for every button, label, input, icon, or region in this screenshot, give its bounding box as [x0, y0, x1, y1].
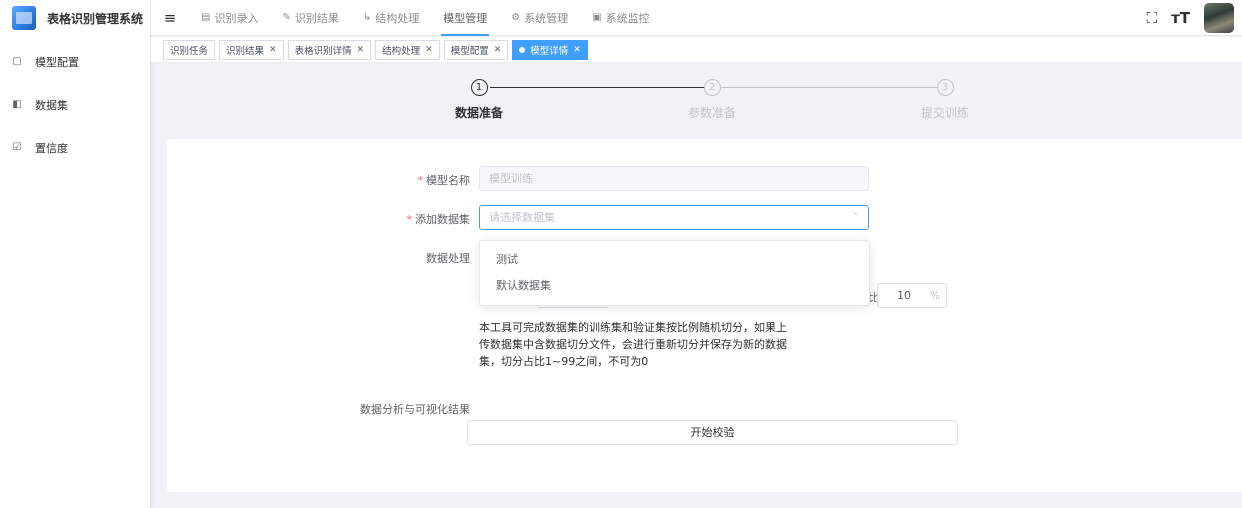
chevron-up-icon: ⌃: [851, 212, 859, 222]
model-name-input[interactable]: 模型训练: [479, 166, 869, 191]
label-text: 数据处理: [426, 252, 470, 265]
step-number: 2: [703, 79, 721, 96]
form-card: * 模型名称 模型训练 * 添加数据集 请选择数据集 ⌃ 数据处理 比 10 % 测…: [167, 139, 1242, 492]
close-icon[interactable]: ✕: [269, 45, 277, 55]
steps: 1 数据准备 2 参数准备 3 提交训练: [151, 63, 1242, 138]
step-title: 参数准备: [687, 106, 736, 120]
step-number: 3: [936, 79, 954, 96]
monitor-icon: ▢: [12, 56, 22, 67]
dataset-label: * 添加数据集: [367, 211, 471, 227]
edit-icon: ✎: [282, 12, 291, 23]
step-number: 1: [470, 79, 488, 96]
step-title: 数据准备: [454, 106, 503, 120]
avatar[interactable]: [1204, 3, 1234, 33]
tree-icon: ↳: [362, 12, 372, 23]
model-name-label: * 模型名称: [367, 172, 471, 188]
tag-recognition-task[interactable]: 识别任务: [163, 39, 216, 60]
nav-item-label: 系统监控: [605, 11, 650, 25]
tags-bar: 识别任务 识别结果 ✕ 表格识别详情 ✕ 结构处理 ✕ 模型配置 ✕ 模型详情 …: [151, 37, 1242, 63]
tag-recognition-result[interactable]: 识别结果 ✕: [219, 39, 284, 60]
label-text: 添加数据集: [415, 213, 470, 226]
tag-label: 表格识别详情: [294, 45, 352, 57]
percent-unit: %: [930, 289, 940, 302]
tag-label: 模型配置: [450, 45, 489, 57]
close-icon[interactable]: ✕: [494, 45, 502, 55]
input-value: 10: [897, 289, 911, 302]
sidebar-item-label: 数据集: [35, 98, 68, 112]
dropdown-option[interactable]: 默认数据集: [480, 273, 869, 299]
nav-item-system-management[interactable]: ⚙ 系统管理: [499, 0, 580, 36]
split-description: 本工具可完成数据集的训练集和验证集按比例随机切分，如果上传数据集中含数据切分文件…: [479, 321, 787, 368]
input-value: 模型训练: [489, 172, 533, 185]
sidebar-item-confidence[interactable]: ☑ 置信度: [0, 126, 150, 169]
close-icon[interactable]: ✕: [425, 45, 433, 55]
required-mark: *: [406, 213, 413, 226]
label-text: 数据分析与可视化结果: [360, 403, 470, 416]
tag-table-detail[interactable]: 表格识别详情 ✕: [287, 39, 372, 60]
sidebar-item-model-config[interactable]: ▢ 模型配置: [0, 40, 150, 83]
nav-item-label: 识别录入: [214, 11, 259, 25]
step-parameter-preparation: 2 参数准备: [652, 79, 772, 121]
sidebar-item-dataset[interactable]: ◧ 数据集: [0, 83, 150, 126]
sidebar: 表格识别管理系统 ▢ 模型配置 ◧ 数据集 ☑ 置信度: [0, 0, 151, 508]
tag-model-config[interactable]: 模型配置 ✕: [443, 39, 509, 60]
checkbox-icon: ☑: [12, 142, 22, 153]
nav-item-label: 模型管理: [443, 11, 488, 25]
app-root: 表格识别管理系统 ▢ 模型配置 ◧ 数据集 ☑ 置信度 ≡ ▤ 识别录入 ✎ 识…: [0, 0, 1242, 508]
sidebar-item-label: 模型配置: [35, 55, 79, 69]
analysis-label: 数据分析与可视化结果: [317, 401, 470, 417]
processing-label: 数据处理: [367, 250, 470, 266]
step-submit-training: 3 提交训练: [885, 79, 1005, 121]
font-size-icon[interactable]: тT: [1171, 9, 1190, 27]
tag-label: 模型详情: [530, 45, 569, 57]
gear-icon: ⚙: [511, 12, 521, 23]
brand[interactable]: 表格识别管理系统: [0, 0, 150, 36]
close-icon[interactable]: ✕: [357, 45, 365, 55]
nav-item-label: 结构处理: [375, 11, 420, 25]
label-text: 模型名称: [426, 174, 470, 187]
required-mark: *: [417, 174, 424, 187]
nav-item-system-monitor[interactable]: ▣ 系统监控: [580, 0, 661, 36]
tag-label: 结构处理: [382, 45, 421, 57]
tag-model-detail[interactable]: 模型详情 ✕: [512, 39, 588, 60]
tag-label: 识别结果: [226, 45, 265, 57]
select-placeholder: 请选择数据集: [489, 211, 555, 224]
nav-item-structure-processing[interactable]: ↳ 结构处理: [351, 0, 431, 36]
active-dot-icon: [519, 46, 526, 53]
top-nav: ≡ ▤ 识别录入 ✎ 识别结果 ↳ 结构处理 模型管理 ⚙ 系统管理 ▣ 系统监…: [151, 0, 1242, 36]
start-validation-button[interactable]: 开始校验: [467, 420, 958, 445]
tag-label: 识别任务: [170, 45, 209, 57]
tag-structure-processing[interactable]: 结构处理 ✕: [375, 39, 440, 60]
sidebar-item-label: 置信度: [35, 141, 68, 155]
nav-item-recognition-result[interactable]: ✎ 识别结果: [270, 0, 350, 36]
menu-toggle-icon[interactable]: ≡: [151, 9, 189, 27]
split-ratio-input[interactable]: 10 %: [877, 283, 947, 308]
nav-item-label: 识别结果: [294, 11, 339, 25]
app-name: 表格识别管理系统: [47, 11, 144, 26]
fullscreen-icon[interactable]: ⛶: [1147, 9, 1158, 27]
close-icon[interactable]: ✕: [573, 45, 581, 55]
dropdown-option[interactable]: 测试: [480, 247, 869, 273]
nav-item-label: 系统管理: [524, 11, 569, 25]
step-data-preparation: 1 数据准备: [419, 79, 539, 121]
step-title: 提交训练: [920, 106, 969, 120]
copy-icon: ◧: [12, 99, 22, 110]
nav-item-recognition-input[interactable]: ▤ 识别录入: [189, 0, 270, 36]
nav-tools: ⛶ тT: [1147, 0, 1234, 36]
app-logo: [12, 6, 36, 30]
dataset-select[interactable]: 请选择数据集 ⌃: [479, 205, 869, 230]
monitor-icon: ▣: [592, 12, 602, 23]
printer-icon: ▤: [201, 12, 211, 23]
dataset-dropdown: 测试 默认数据集: [479, 240, 870, 306]
nav-item-model-management[interactable]: 模型管理: [431, 0, 499, 36]
